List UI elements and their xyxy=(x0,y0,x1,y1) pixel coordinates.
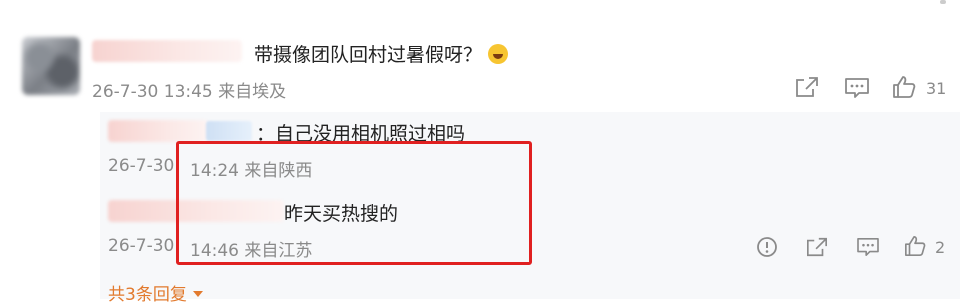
reply-comment-button[interactable] xyxy=(856,237,880,257)
caret-down-icon xyxy=(192,291,203,297)
username-blurred[interactable] xyxy=(92,40,242,62)
laughing-emoji-icon xyxy=(488,44,509,64)
reply-like-button[interactable] xyxy=(904,235,926,257)
report-button[interactable] xyxy=(756,236,778,258)
reply-like-count: 2 xyxy=(935,238,946,257)
like-button[interactable] xyxy=(892,75,916,99)
comment-location: 来自埃及 xyxy=(218,82,287,102)
like-count: 31 xyxy=(926,79,947,98)
exclamation-icon xyxy=(757,237,777,257)
reply-2-time-prefix: 26-7-30 xyxy=(108,236,175,256)
reply-1-username-blurred[interactable] xyxy=(108,120,208,142)
comment-button[interactable] xyxy=(844,77,870,99)
highlight-box xyxy=(176,141,532,265)
avatar[interactable] xyxy=(22,37,80,95)
thumbs-up-icon xyxy=(905,236,926,256)
comment-time: 26-7-30 13:45 xyxy=(92,82,213,102)
reply-1-time-prefix: 26-7-30 xyxy=(108,156,175,176)
comment-text-content: 带摄像团队回村过暑假呀？ xyxy=(254,44,483,66)
comment-text: 带摄像团队回村过暑假呀？ xyxy=(254,40,509,67)
comment-icon xyxy=(845,78,869,98)
reply-1-badge-blurred xyxy=(206,121,252,141)
thumbs-up-icon xyxy=(893,76,916,98)
share-button[interactable] xyxy=(795,76,819,98)
comment-meta: 26-7-30 13:45 来自埃及 xyxy=(92,77,286,102)
scroll-indicator xyxy=(940,0,946,4)
more-replies-link[interactable]: 共3条回复 xyxy=(108,280,203,305)
reply-share-button[interactable] xyxy=(806,236,828,258)
share-icon xyxy=(796,77,818,97)
more-replies-label: 共3条回复 xyxy=(108,285,187,305)
comment-icon xyxy=(857,238,879,256)
share-icon xyxy=(807,237,827,257)
